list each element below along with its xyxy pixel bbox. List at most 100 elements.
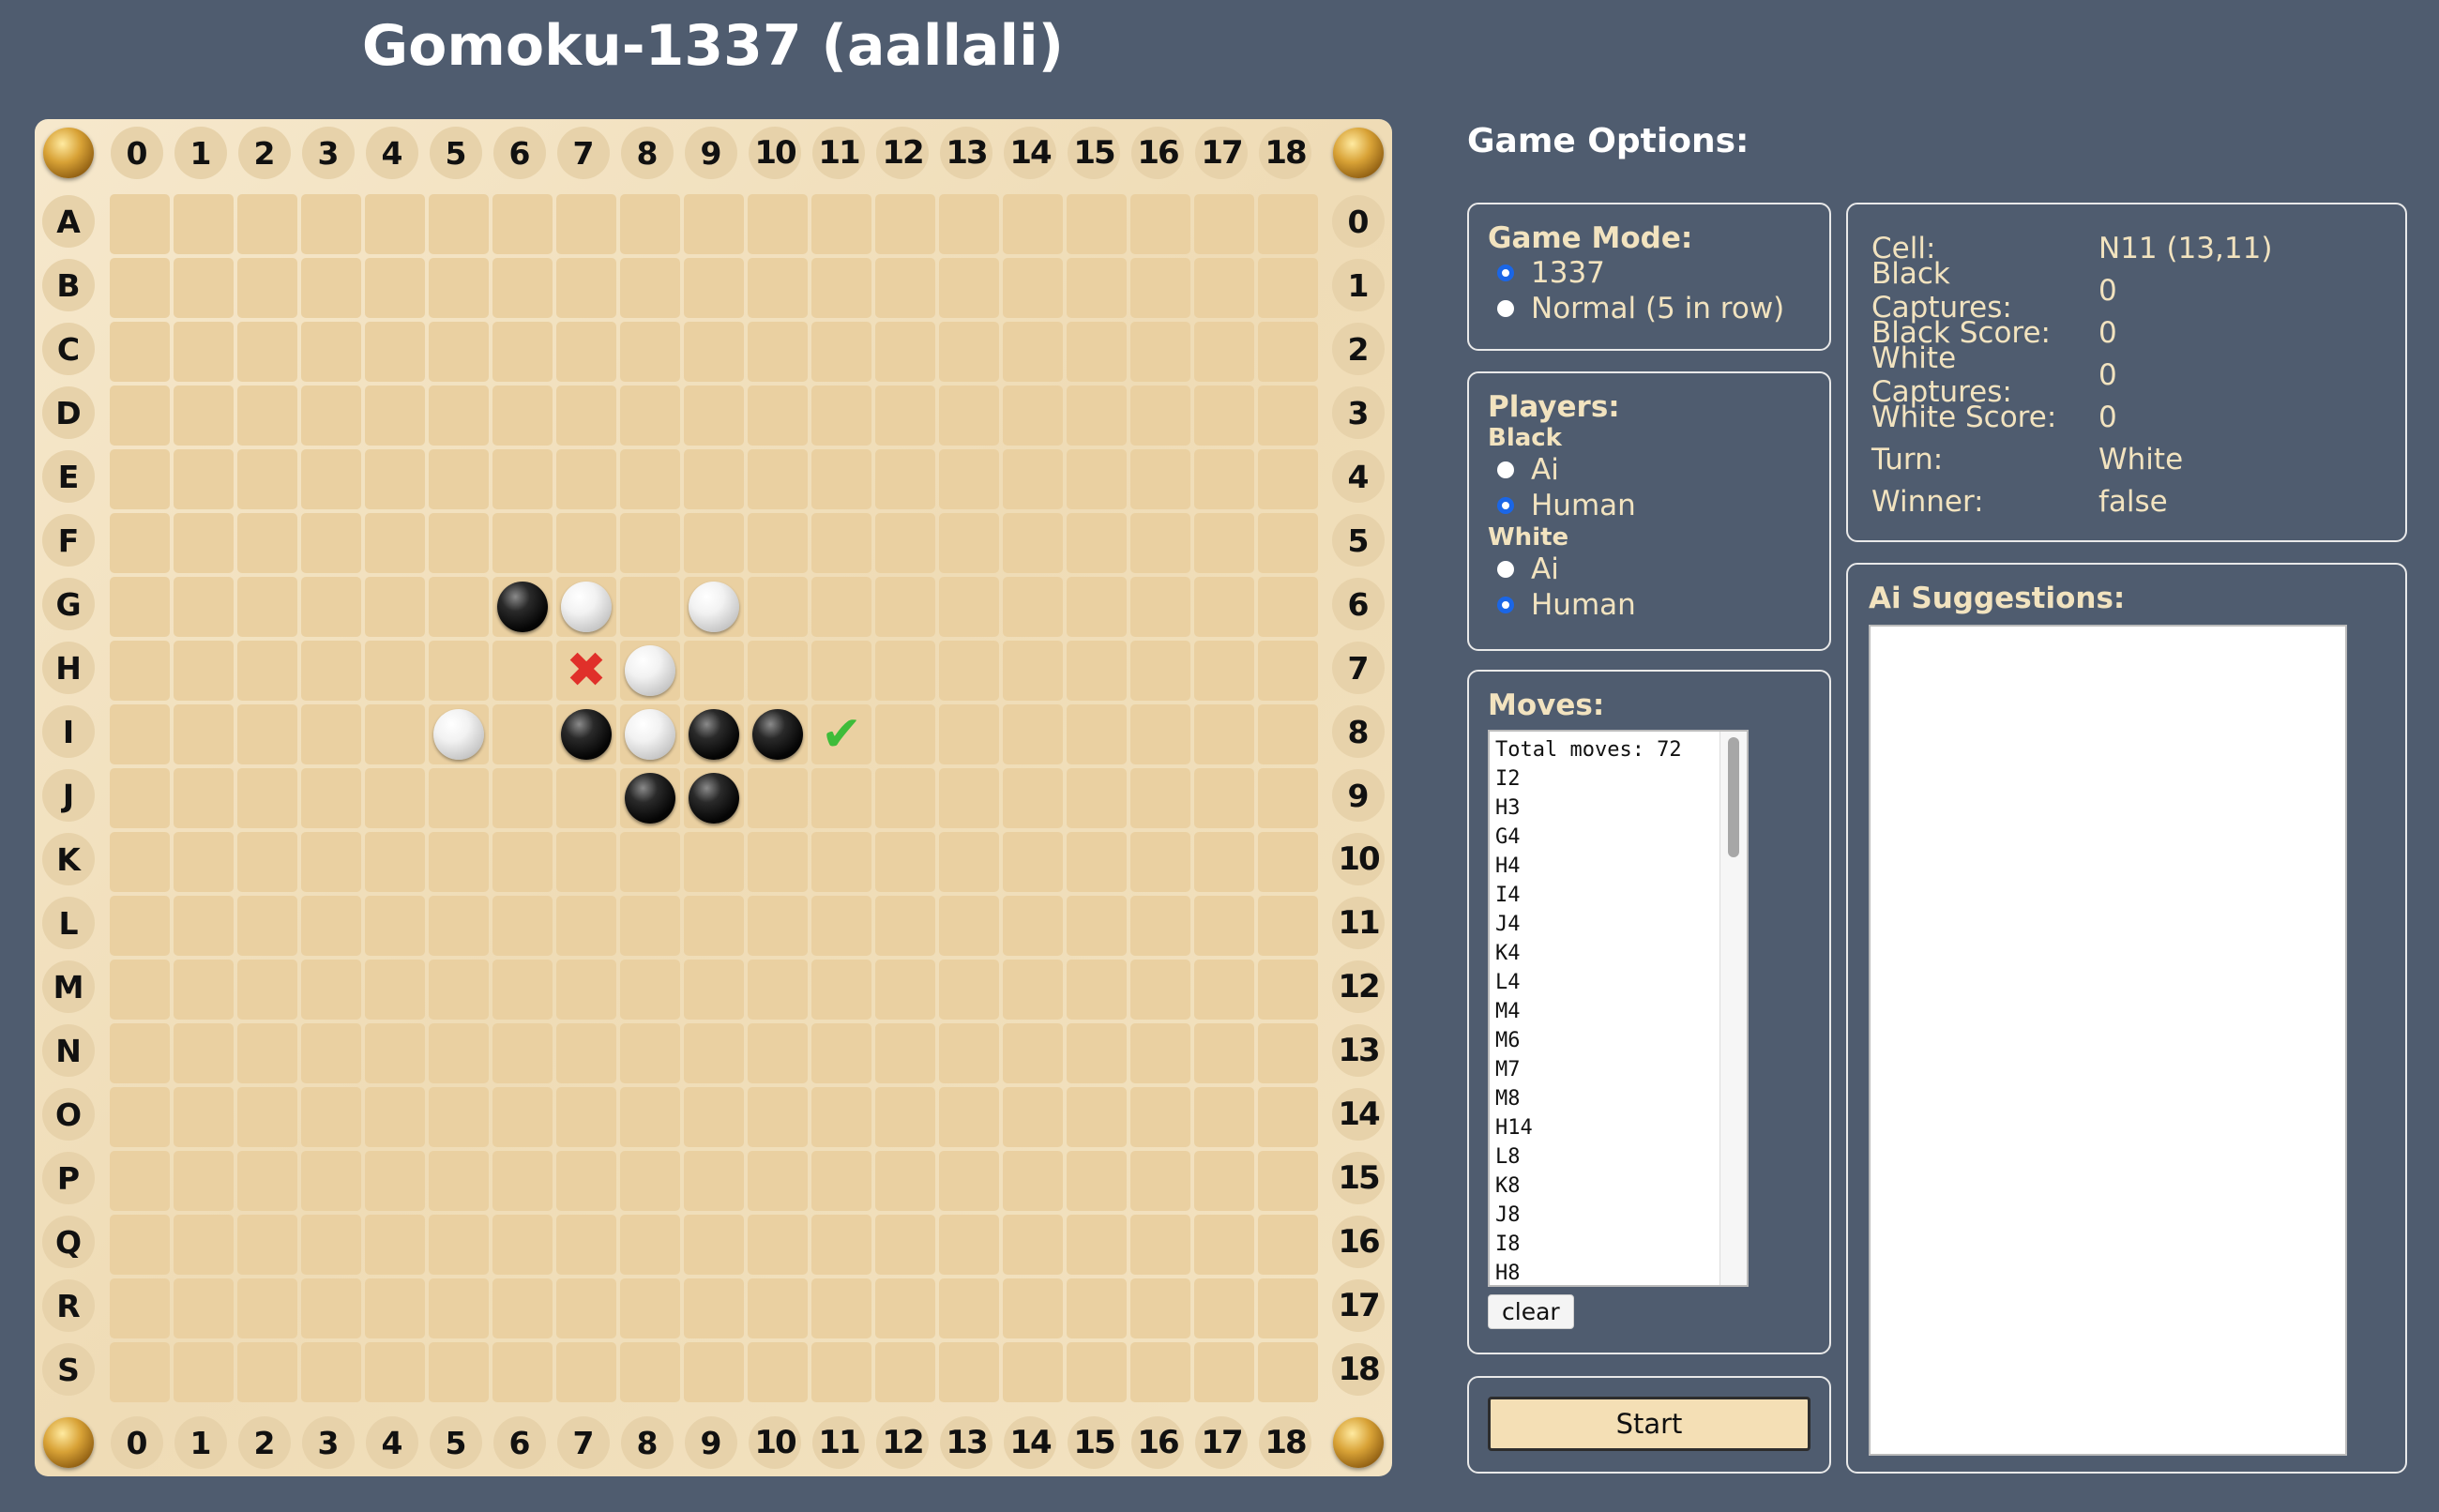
board-cell[interactable] <box>237 1278 297 1338</box>
board-cell[interactable] <box>684 641 744 701</box>
board-cell[interactable] <box>1003 1342 1063 1402</box>
board-cell[interactable] <box>110 194 170 254</box>
board-cell[interactable] <box>748 1278 808 1338</box>
board-cell[interactable] <box>939 386 999 446</box>
board-cell[interactable] <box>492 832 553 892</box>
board-cell[interactable] <box>301 896 361 956</box>
radio-1337[interactable] <box>1497 265 1514 281</box>
board-cell[interactable] <box>875 1023 935 1083</box>
board-cell[interactable] <box>1067 768 1127 828</box>
board-cell[interactable] <box>110 896 170 956</box>
board-cell[interactable] <box>1067 449 1127 509</box>
board-cell[interactable] <box>1067 386 1127 446</box>
board-cell[interactable] <box>1130 577 1190 637</box>
board-cell[interactable] <box>1130 513 1190 573</box>
board-cell[interactable] <box>110 513 170 573</box>
board-cell[interactable] <box>620 322 680 382</box>
board-cell[interactable] <box>620 704 680 764</box>
board-cell[interactable] <box>748 449 808 509</box>
board-cell[interactable] <box>556 322 616 382</box>
board-cell[interactable] <box>748 322 808 382</box>
board-cell[interactable] <box>429 513 489 573</box>
board-cell[interactable] <box>939 1215 999 1275</box>
board-cell[interactable] <box>811 386 871 446</box>
board-cell[interactable] <box>492 322 553 382</box>
board-cell[interactable] <box>174 1342 234 1402</box>
board-cell[interactable] <box>492 1023 553 1083</box>
board-cell[interactable] <box>620 960 680 1020</box>
board-cell[interactable] <box>556 386 616 446</box>
board-cell[interactable] <box>492 641 553 701</box>
board-cell[interactable] <box>620 449 680 509</box>
board-cell[interactable] <box>748 1087 808 1147</box>
board-cell[interactable] <box>620 194 680 254</box>
board-cell[interactable] <box>875 258 935 318</box>
board-cell[interactable] <box>1003 1087 1063 1147</box>
board-cell[interactable] <box>1003 1278 1063 1338</box>
board-cell[interactable] <box>620 1151 680 1211</box>
board-cell[interactable] <box>556 513 616 573</box>
board-cell[interactable] <box>365 641 425 701</box>
board-cell[interactable] <box>875 449 935 509</box>
board-cell[interactable] <box>939 1023 999 1083</box>
board-cell[interactable] <box>174 322 234 382</box>
board-cell[interactable] <box>301 1215 361 1275</box>
board-cell[interactable] <box>1258 577 1318 637</box>
board-cell[interactable] <box>811 258 871 318</box>
board-cell[interactable] <box>110 641 170 701</box>
board-cell[interactable] <box>811 577 871 637</box>
board-cell[interactable] <box>1258 896 1318 956</box>
board-cell[interactable] <box>174 704 234 764</box>
board-cell[interactable] <box>492 449 553 509</box>
board-cell[interactable] <box>748 1342 808 1402</box>
board-cell[interactable] <box>939 960 999 1020</box>
board-cell[interactable] <box>684 768 744 828</box>
board-cell[interactable] <box>684 449 744 509</box>
board-cell[interactable] <box>365 1215 425 1275</box>
board-cell[interactable] <box>684 1278 744 1338</box>
board-cell[interactable] <box>429 577 489 637</box>
board-cell[interactable] <box>365 1087 425 1147</box>
board-cell[interactable] <box>811 194 871 254</box>
board-cell[interactable] <box>1067 1023 1127 1083</box>
board-cell[interactable] <box>875 1215 935 1275</box>
board-cell[interactable] <box>1130 1342 1190 1402</box>
board-cell[interactable] <box>1258 704 1318 764</box>
board-cell[interactable] <box>556 832 616 892</box>
board-cell[interactable] <box>748 896 808 956</box>
board-cell[interactable] <box>811 641 871 701</box>
board-cell[interactable] <box>684 322 744 382</box>
board-cell[interactable] <box>939 449 999 509</box>
board-cell[interactable] <box>1258 322 1318 382</box>
board-cell[interactable] <box>365 449 425 509</box>
board-cell[interactable] <box>1003 641 1063 701</box>
board-cell[interactable] <box>939 577 999 637</box>
board-cell[interactable] <box>1067 258 1127 318</box>
board-cell[interactable] <box>110 1342 170 1402</box>
board-cell[interactable] <box>556 960 616 1020</box>
board-cell[interactable] <box>301 513 361 573</box>
board-cell[interactable] <box>1003 577 1063 637</box>
board-cell[interactable] <box>492 1151 553 1211</box>
board-cell[interactable] <box>429 258 489 318</box>
board-cell[interactable] <box>1194 322 1254 382</box>
board-cell[interactable] <box>237 960 297 1020</box>
board-cell[interactable] <box>1130 322 1190 382</box>
board-cell[interactable] <box>1194 960 1254 1020</box>
board-cell[interactable] <box>556 449 616 509</box>
board-cell[interactable] <box>174 768 234 828</box>
board-cell[interactable] <box>939 896 999 956</box>
board-cell[interactable] <box>875 896 935 956</box>
board-cell[interactable] <box>110 768 170 828</box>
board-cell[interactable] <box>237 1151 297 1211</box>
white-option-ai[interactable]: Ai <box>1488 552 1810 587</box>
board-cell[interactable] <box>492 960 553 1020</box>
board-cell[interactable] <box>365 768 425 828</box>
board-cell[interactable] <box>429 960 489 1020</box>
start-button[interactable]: Start <box>1488 1397 1810 1451</box>
board-cell[interactable] <box>365 1151 425 1211</box>
board-cell[interactable] <box>174 577 234 637</box>
board-cell[interactable] <box>1130 1023 1190 1083</box>
board-cell[interactable] <box>301 577 361 637</box>
board-cell[interactable] <box>1130 960 1190 1020</box>
